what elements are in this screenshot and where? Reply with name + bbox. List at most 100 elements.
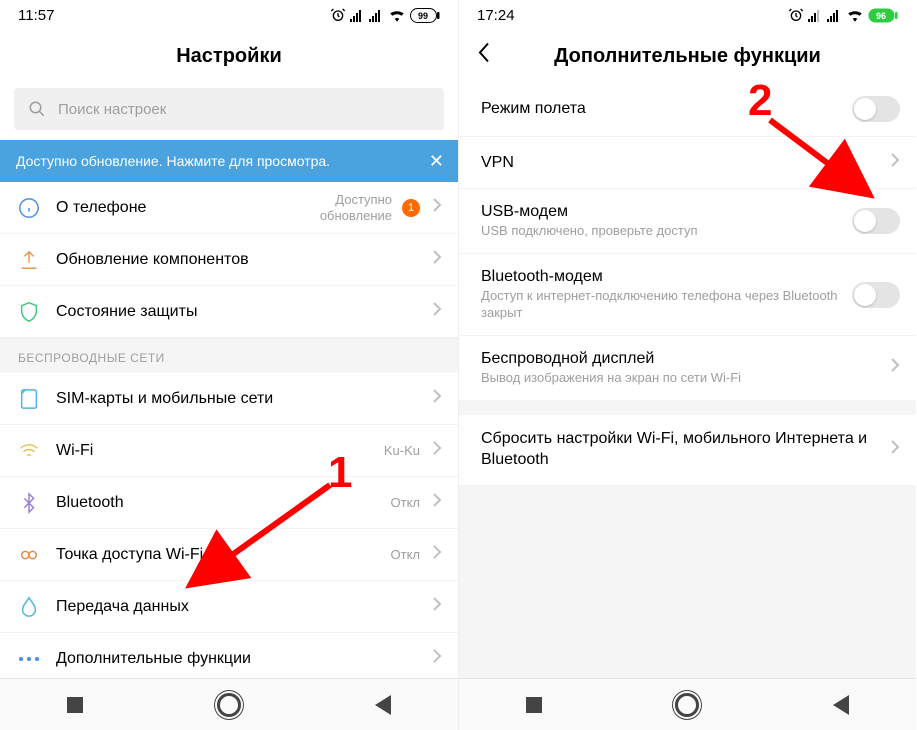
row-bluetooth-modem[interactable]: Bluetooth-модем Доступ к интернет-подклю… <box>459 254 916 336</box>
row-label: SIM-карты и мобильные сети <box>56 390 273 408</box>
update-badge: 1 <box>402 199 420 217</box>
upload-icon <box>18 247 56 273</box>
nav-bar <box>0 678 458 730</box>
status-bar: 17:24 96 <box>459 0 916 30</box>
row-airplane-mode[interactable]: Режим полета <box>459 82 916 137</box>
section-gap <box>459 401 916 415</box>
search-placeholder: Поиск настроек <box>58 101 166 118</box>
row-usb-modem[interactable]: USB-модем USB подключено, проверьте дост… <box>459 189 916 254</box>
header: Дополнительные функции <box>459 30 916 82</box>
row-label: Сбросить настройки Wi-Fi, мобильного Инт… <box>481 429 878 471</box>
more-icon <box>18 646 56 672</box>
bluetooth-icon <box>18 490 56 516</box>
row-value: Откл <box>391 547 421 563</box>
status-time: 17:24 <box>477 7 515 24</box>
row-hotspot[interactable]: Точка доступа Wi-Fi Откл <box>0 529 458 581</box>
chevron-right-icon <box>432 544 442 565</box>
row-value: Откл <box>391 495 421 511</box>
row-value: Ku-Ku <box>384 443 420 459</box>
chevron-right-icon <box>432 648 442 669</box>
shield-icon <box>18 299 56 325</box>
row-label: Состояние защиты <box>56 303 197 321</box>
chevron-right-icon <box>432 301 442 322</box>
row-label: Беспроводной дисплей <box>481 350 878 368</box>
bt-modem-toggle[interactable] <box>852 282 900 308</box>
row-label: Дополнительные функции <box>56 650 251 668</box>
sim-icon <box>18 386 56 412</box>
signal-icon-2 <box>369 8 384 22</box>
status-time: 11:57 <box>18 7 54 24</box>
signal-icon-2 <box>827 8 842 22</box>
chevron-right-icon <box>432 596 442 617</box>
row-vpn[interactable]: VPN <box>459 137 916 189</box>
row-label: О телефоне <box>56 199 146 217</box>
battery-icon: 96 <box>868 8 898 23</box>
functions-list: Режим полета VPN USB-модем USB подключен… <box>459 82 916 730</box>
svg-text:96: 96 <box>876 11 886 21</box>
nav-home-button[interactable] <box>675 693 699 717</box>
row-wireless-display[interactable]: Беспроводной дисплей Вывод изображения н… <box>459 336 916 401</box>
row-wifi[interactable]: Wi-Fi Ku-Ku <box>0 425 458 477</box>
annotation-2: 2 <box>748 76 772 126</box>
row-label: Обновление компонентов <box>56 251 249 269</box>
page-title: Дополнительные функции <box>554 45 821 68</box>
row-components-update[interactable]: Обновление компонентов <box>0 234 458 286</box>
row-data-transfer[interactable]: Передача данных <box>0 581 458 633</box>
settings-list: О телефоне Доступно обновление 1 Обновле… <box>0 182 458 730</box>
row-subtitle: Доступ к интернет-подключению телефона ч… <box>481 288 852 321</box>
chevron-right-icon <box>432 440 442 461</box>
nav-home-button[interactable] <box>217 693 241 717</box>
nav-recents-button[interactable] <box>526 697 542 713</box>
row-about-phone[interactable]: О телефоне Доступно обновление 1 <box>0 182 458 234</box>
banner-text: Доступно обновление. Нажмите для просмот… <box>16 153 330 169</box>
nav-back-button[interactable] <box>833 695 849 715</box>
nav-back-button[interactable] <box>375 695 391 715</box>
row-label: Точка доступа Wi-Fi <box>56 546 203 564</box>
chevron-right-icon <box>890 152 900 173</box>
chevron-right-icon <box>890 357 900 378</box>
row-subtitle: Вывод изображения на экран по сети Wi-Fi <box>481 370 878 386</box>
row-sim-cards[interactable]: SIM-карты и мобильные сети <box>0 373 458 425</box>
airplane-toggle[interactable] <box>852 96 900 122</box>
signal-icon <box>350 8 365 22</box>
usb-modem-toggle[interactable] <box>852 208 900 234</box>
row-reset-network[interactable]: Сбросить настройки Wi-Fi, мобильного Инт… <box>459 415 916 486</box>
status-bar: 11:57 99 <box>0 0 458 30</box>
close-icon[interactable]: ✕ <box>429 151 444 172</box>
row-label: Wi-Fi <box>56 442 93 460</box>
info-icon <box>18 195 56 221</box>
row-label: Передача данных <box>56 598 189 616</box>
nav-recents-button[interactable] <box>67 697 83 713</box>
page-title: Настройки <box>176 45 282 68</box>
chevron-right-icon <box>432 197 442 218</box>
row-bluetooth[interactable]: Bluetooth Откл <box>0 477 458 529</box>
row-subtitle: USB подключено, проверьте доступ <box>481 223 852 239</box>
row-label: Режим полета <box>481 100 852 118</box>
alarm-icon <box>788 7 804 23</box>
screen-more-functions: 17:24 96 Дополнительные функции Режим по… <box>458 0 916 730</box>
wifi-icon <box>846 8 864 22</box>
row-subtext: Доступно обновление <box>320 192 392 223</box>
wifi-icon <box>388 8 406 22</box>
row-label: Bluetooth <box>56 494 124 512</box>
chevron-right-icon <box>890 439 900 460</box>
status-icons: 99 <box>330 7 440 23</box>
battery-icon: 99 <box>410 8 440 23</box>
droplet-icon <box>18 594 56 620</box>
signal-icon <box>808 8 823 22</box>
chevron-right-icon <box>432 249 442 270</box>
row-label: USB-модем <box>481 203 852 221</box>
section-header-wireless: БЕСПРОВОДНЫЕ СЕТИ <box>0 338 458 373</box>
chevron-right-icon <box>432 388 442 409</box>
search-input[interactable]: Поиск настроек <box>14 88 444 130</box>
status-icons: 96 <box>788 7 898 23</box>
row-security-status[interactable]: Состояние защиты <box>0 286 458 338</box>
screen-settings: 11:57 99 Настройки Поиск настроек Доступ… <box>0 0 458 730</box>
update-banner[interactable]: Доступно обновление. Нажмите для просмот… <box>0 140 458 182</box>
row-label: VPN <box>481 154 878 172</box>
chevron-right-icon <box>432 492 442 513</box>
annotation-1: 1 <box>328 448 352 498</box>
back-button[interactable] <box>477 42 491 71</box>
svg-text:99: 99 <box>418 11 428 21</box>
nav-bar <box>459 678 916 730</box>
